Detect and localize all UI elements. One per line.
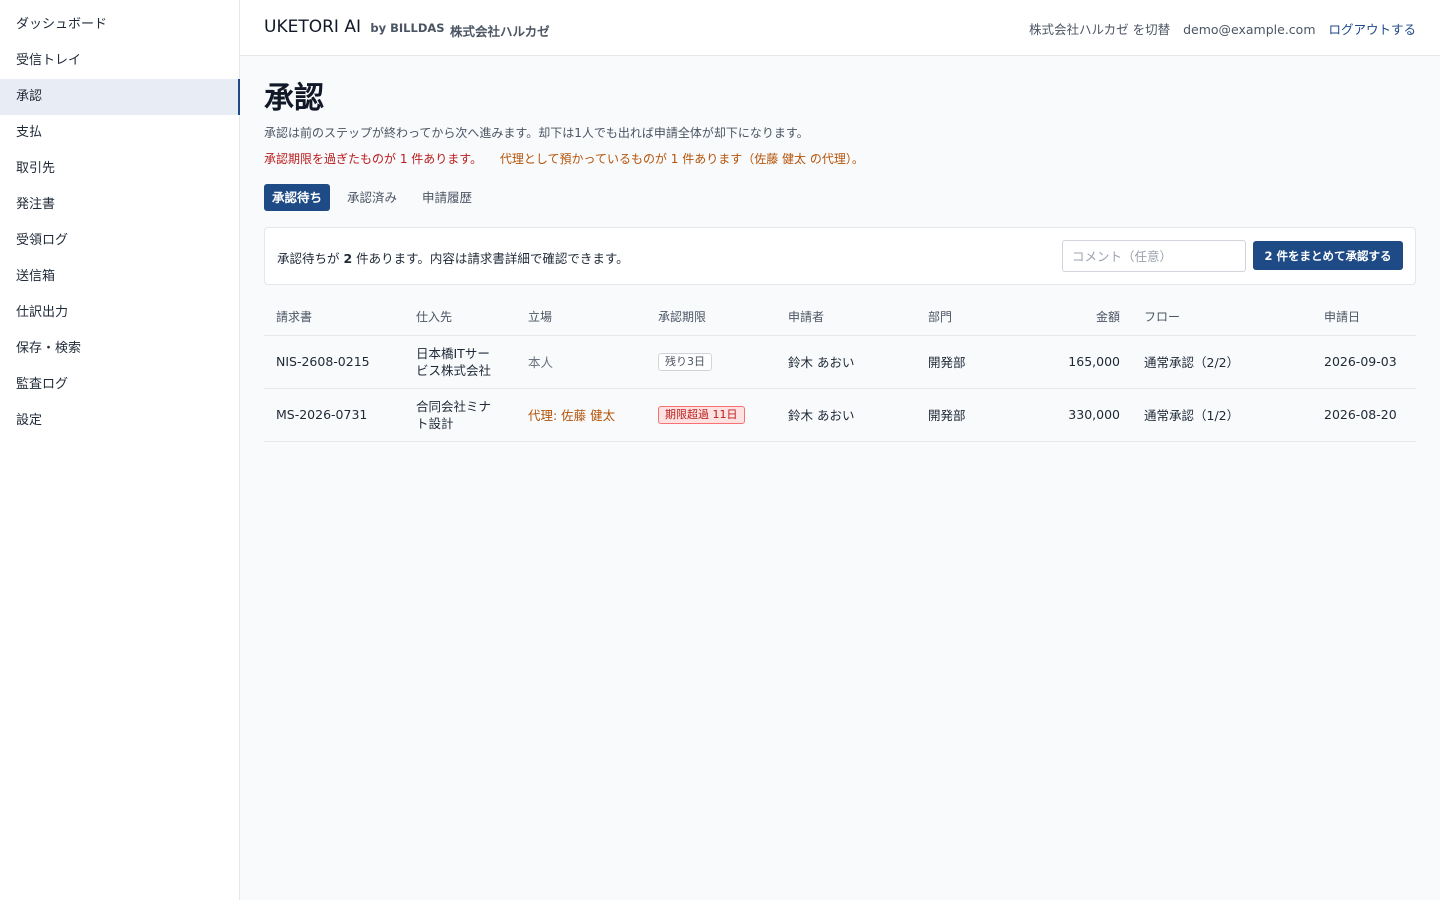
applicant-cell: 鈴木 あおい xyxy=(776,335,916,389)
sidebar: ダッシュボード 受信トレイ 承認 支払 取引先 発注書 受領ログ 送信箱 仕訳出… xyxy=(0,0,240,900)
column-header-supplier[interactable]: 仕入先 xyxy=(404,299,516,336)
supplier-name: 合同会社ミナ ト設計 xyxy=(404,388,516,442)
role-cell: 代理: 佐藤 健太 xyxy=(516,388,646,442)
column-header-department[interactable]: 部門 xyxy=(916,299,1016,336)
role-cell: 本人 xyxy=(516,335,646,389)
overdue-warning: 承認期限を過ぎたものが 1 件あります。 xyxy=(264,152,483,166)
sidebar-item-inbox[interactable]: 受信トレイ xyxy=(0,43,239,79)
amount-cell: 330,000 xyxy=(1016,388,1132,442)
date-cell: 2026-09-03 xyxy=(1312,335,1416,389)
column-header-deadline[interactable]: 承認期限 xyxy=(646,299,776,336)
current-company: 株式会社ハルカゼ xyxy=(450,24,550,39)
column-header-invoice[interactable]: 請求書 xyxy=(264,299,404,336)
main-content: 承認 承認は前のステップが終わってから次へ進みます。却下は1人でも出れば申請全体… xyxy=(264,56,1416,442)
sidebar-item-audit-log[interactable]: 監査ログ xyxy=(0,367,239,403)
tab-history[interactable]: 申請履歴 xyxy=(414,184,480,211)
amount-cell: 165,000 xyxy=(1016,335,1132,389)
sidebar-item-dashboard[interactable]: ダッシュボード xyxy=(0,7,239,43)
logout-link[interactable]: ログアウトする xyxy=(1328,22,1416,37)
sidebar-item-settings[interactable]: 設定 xyxy=(0,403,239,439)
sidebar-item-journal-export[interactable]: 仕訳出力 xyxy=(0,295,239,331)
deadline-cell: 期限超過 11日 xyxy=(646,388,776,442)
bulk-approve-button[interactable]: 2 件をまとめて承認する xyxy=(1253,241,1403,270)
sidebar-item-outbox[interactable]: 送信箱 xyxy=(0,259,239,295)
sidebar-item-approval[interactable]: 承認 xyxy=(0,79,240,115)
pending-count: 2 xyxy=(343,251,353,266)
overdue-badge: 期限超過 11日 xyxy=(658,405,745,424)
account-area: 株式会社ハルカゼ を切替 demo@example.com ログアウトする xyxy=(1020,19,1416,38)
sidebar-item-receipt-log[interactable]: 受領ログ xyxy=(0,223,239,259)
column-header-role[interactable]: 立場 xyxy=(516,299,646,336)
table-header-row: 請求書 仕入先 立場 承認期限 申請者 部門 金額 フロー 申請日 xyxy=(264,299,1416,336)
tab-approved[interactable]: 承認済み xyxy=(339,184,405,211)
user-email: demo@example.com xyxy=(1183,22,1316,37)
proxy-warning: 代理として預かっているものが 1 件あります（佐藤 健太 の代理）。 xyxy=(499,152,864,166)
sidebar-item-payment[interactable]: 支払 xyxy=(0,115,239,151)
brand-name: UKETORI AI xyxy=(264,17,361,37)
tab-pending[interactable]: 承認待ち xyxy=(264,184,331,211)
comment-input[interactable] xyxy=(1062,240,1246,272)
column-header-amount[interactable]: 金額 xyxy=(1016,299,1132,336)
deadline-badge: 残り3日 xyxy=(658,352,712,371)
flow-cell: 通常承認（2/2） xyxy=(1132,335,1312,389)
sidebar-item-purchase-orders[interactable]: 発注書 xyxy=(0,187,239,223)
department-cell: 開発部 xyxy=(916,335,1016,389)
bulk-action-panel: 承認待ちが 2 件あります。内容は請求書詳細で確認できます。 2 件をまとめて承… xyxy=(264,227,1416,285)
brand-by: by BILLDAS xyxy=(370,21,445,35)
applicant-cell: 鈴木 あおい xyxy=(776,388,916,442)
column-header-applicant[interactable]: 申請者 xyxy=(776,299,916,336)
column-header-date[interactable]: 申請日 xyxy=(1312,299,1416,336)
flow-cell: 通常承認（1/2） xyxy=(1132,388,1312,442)
page-description: 承認は前のステップが終わってから次へ進みます。却下は1人でも出れば申請全体が却下… xyxy=(264,126,809,140)
deadline-cell: 残り3日 xyxy=(646,335,776,389)
switch-company-link[interactable]: 株式会社ハルカゼ を切替 xyxy=(1029,22,1170,37)
approval-table: 請求書 仕入先 立場 承認期限 申請者 部門 金額 フロー 申請日 NIS-26… xyxy=(264,299,1416,442)
brand-logo[interactable]: UKETORI AI by BILLDAS xyxy=(264,17,445,37)
top-bar: UKETORI AI by BILLDAS 株式会社ハルカゼ 株式会社ハルカゼ … xyxy=(240,0,1440,56)
page-title: 承認 xyxy=(264,81,324,116)
supplier-name: 日本橋ITサー ビス株式会社 xyxy=(404,335,516,389)
department-cell: 開発部 xyxy=(916,388,1016,442)
invoice-number[interactable]: NIS-2608-0215 xyxy=(264,335,404,389)
column-header-flow[interactable]: フロー xyxy=(1132,299,1312,336)
warnings: 承認期限を過ぎたものが 1 件あります。 代理として預かっているものが 1 件あ… xyxy=(264,150,1416,167)
sidebar-item-suppliers[interactable]: 取引先 xyxy=(0,151,239,187)
pending-summary: 承認待ちが 2 件あります。内容は請求書詳細で確認できます。 xyxy=(277,251,629,266)
sidebar-item-storage-search[interactable]: 保存・検索 xyxy=(0,331,239,367)
table-row[interactable]: NIS-2608-0215 日本橋ITサー ビス株式会社 本人 残り3日 鈴木 あ… xyxy=(264,335,1416,389)
approval-tabs: 承認待ち 承認済み 申請履歴 xyxy=(264,184,1416,211)
table-row[interactable]: MS-2026-0731 合同会社ミナ ト設計 代理: 佐藤 健太 期限超過 11… xyxy=(264,388,1416,442)
invoice-number[interactable]: MS-2026-0731 xyxy=(264,388,404,442)
date-cell: 2026-08-20 xyxy=(1312,388,1416,442)
